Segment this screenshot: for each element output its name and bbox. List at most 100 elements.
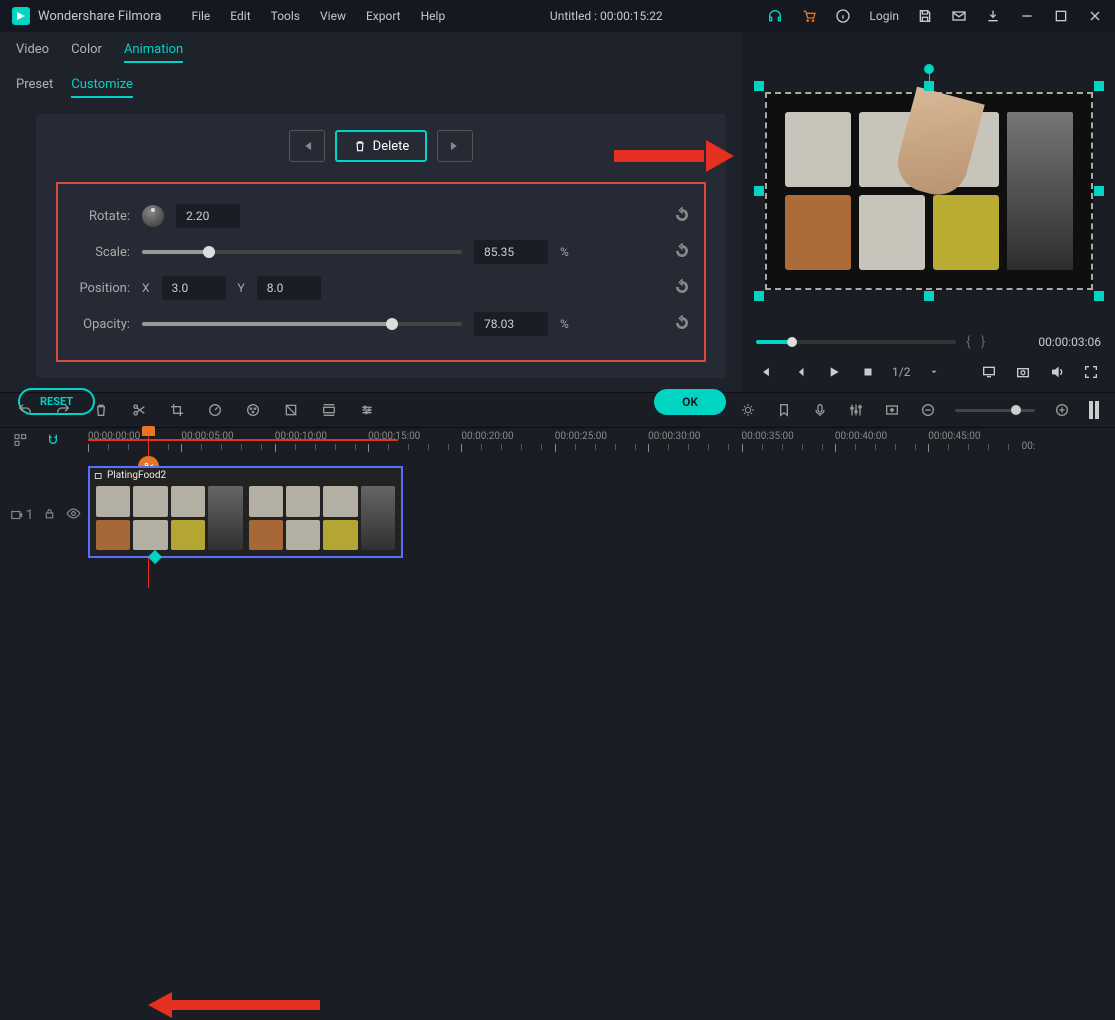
timeline-clip[interactable]: PlatingFood2 — [88, 466, 403, 558]
track-visibility-icon[interactable] — [66, 506, 81, 525]
cut-icon[interactable] — [130, 401, 148, 419]
menu-tools[interactable]: Tools — [271, 9, 300, 23]
menu-export[interactable]: Export — [366, 9, 401, 23]
chevron-down-icon[interactable] — [924, 362, 944, 382]
info-icon[interactable] — [835, 8, 851, 24]
headphones-icon[interactable] — [767, 8, 783, 24]
speed-icon[interactable] — [206, 401, 224, 419]
snapshot-icon[interactable] — [1013, 362, 1033, 382]
tab-video[interactable]: Video — [16, 42, 49, 63]
opacity-input[interactable] — [474, 312, 548, 336]
clip-name: PlatingFood2 — [107, 470, 166, 481]
timeline-zoom-slider[interactable] — [955, 409, 1035, 412]
step-back-icon[interactable] — [756, 362, 776, 382]
resize-handle-bl[interactable] — [754, 291, 764, 301]
position-label: Position: — [70, 281, 130, 296]
opacity-reset-icon[interactable] — [674, 315, 692, 333]
detach-audio-icon[interactable] — [320, 401, 338, 419]
menu-view[interactable]: View — [320, 9, 346, 23]
highlighted-properties: Rotate: Scale: % — [56, 182, 706, 362]
display-icon[interactable] — [979, 362, 999, 382]
position-reset-icon[interactable] — [674, 279, 692, 297]
render-icon[interactable] — [739, 401, 757, 419]
next-keyframe-button[interactable] — [437, 130, 473, 162]
titlebar-right-icons: Login — [767, 8, 1103, 24]
position-y-input[interactable] — [257, 276, 321, 300]
track-lock-icon[interactable] — [43, 507, 56, 524]
annotation-arrow-keyframe — [148, 990, 328, 1020]
menu-file[interactable]: File — [191, 9, 210, 23]
tab-animation[interactable]: Animation — [124, 42, 183, 63]
frame-back-icon[interactable] — [790, 362, 810, 382]
preview-zoom-ratio[interactable]: 1/2 — [892, 365, 910, 379]
preview-progress-slider[interactable] — [756, 340, 956, 344]
stop-icon[interactable] — [858, 362, 878, 382]
zoom-out-icon[interactable] — [919, 401, 937, 419]
ruler-label: 00:00:35:00 — [742, 431, 794, 442]
ok-button[interactable]: OK — [654, 389, 726, 415]
magnet-icon[interactable] — [44, 431, 62, 449]
mark-out-icon[interactable]: } — [981, 334, 986, 350]
fullscreen-icon[interactable] — [1081, 362, 1101, 382]
delete-keyframe-button[interactable]: Delete — [335, 130, 428, 162]
position-x-input[interactable] — [162, 276, 226, 300]
pause-preview-icon[interactable] — [1089, 401, 1099, 419]
rotate-reset-icon[interactable] — [674, 207, 692, 225]
track-video-icon: 1 — [10, 508, 33, 523]
resize-handle-tm[interactable] — [924, 81, 934, 91]
prev-keyframe-button[interactable] — [289, 130, 325, 162]
timeline-ruler[interactable]: 00:00:00:00 00:00:05:00 00:00:10:00 00:0… — [0, 428, 1115, 452]
volume-icon[interactable] — [1047, 362, 1067, 382]
menu-help[interactable]: Help — [421, 9, 446, 23]
keyframe-icon[interactable] — [883, 401, 901, 419]
rotate-knob[interactable] — [142, 205, 164, 227]
rotate-handle[interactable] — [924, 64, 934, 74]
audio-mixer-icon[interactable] — [847, 401, 865, 419]
mail-icon[interactable] — [951, 8, 967, 24]
delete-icon[interactable] — [92, 401, 110, 419]
document-title: Untitled : 00:00:15:22 — [445, 9, 767, 23]
timeline: 00:00:00:00 00:00:05:00 00:00:10:00 00:0… — [0, 428, 1115, 564]
greenscreen-icon[interactable] — [282, 401, 300, 419]
play-icon[interactable] — [824, 362, 844, 382]
opacity-slider[interactable] — [142, 322, 462, 326]
login-link[interactable]: Login — [869, 9, 899, 23]
save-icon[interactable] — [917, 8, 933, 24]
resize-handle-tr[interactable] — [1094, 81, 1104, 91]
marker-icon[interactable] — [775, 401, 793, 419]
tab-color[interactable]: Color — [71, 42, 102, 63]
resize-handle-br[interactable] — [1094, 291, 1104, 301]
scale-input[interactable] — [474, 240, 548, 264]
redo-icon[interactable] — [54, 401, 72, 419]
track-manager-icon[interactable] — [12, 431, 30, 449]
preview-viewport[interactable] — [742, 32, 1115, 328]
download-icon[interactable] — [985, 8, 1001, 24]
resize-handle-mr[interactable] — [1094, 186, 1104, 196]
adjust-icon[interactable] — [358, 401, 376, 419]
keyframe-diamond[interactable] — [148, 550, 162, 564]
subtab-preset[interactable]: Preset — [16, 77, 53, 98]
resize-handle-ml[interactable] — [754, 186, 764, 196]
resize-handle-tl[interactable] — [754, 81, 764, 91]
undo-icon[interactable] — [16, 401, 34, 419]
scale-unit: % — [560, 245, 569, 259]
resize-handle-bm[interactable] — [924, 291, 934, 301]
ruler-label: 00:00:45:00 — [928, 431, 980, 442]
menu-edit[interactable]: Edit — [230, 9, 250, 23]
voiceover-icon[interactable] — [811, 401, 829, 419]
subtab-customize[interactable]: Customize — [71, 77, 133, 98]
scale-reset-icon[interactable] — [674, 243, 692, 261]
zoom-in-icon[interactable] — [1053, 401, 1071, 419]
delete-label: Delete — [373, 139, 410, 154]
color-icon[interactable] — [244, 401, 262, 419]
maximize-icon[interactable] — [1053, 8, 1069, 24]
video-track-1: 1 PlatingFood2 — [0, 466, 1115, 564]
rotate-input[interactable] — [176, 204, 240, 228]
cart-icon[interactable] — [801, 8, 817, 24]
minimize-icon[interactable] — [1019, 8, 1035, 24]
close-icon[interactable] — [1087, 8, 1103, 24]
crop-icon[interactable] — [168, 401, 186, 419]
preview-frame[interactable] — [765, 92, 1093, 290]
mark-in-icon[interactable]: { — [966, 334, 971, 350]
scale-slider[interactable] — [142, 250, 462, 254]
